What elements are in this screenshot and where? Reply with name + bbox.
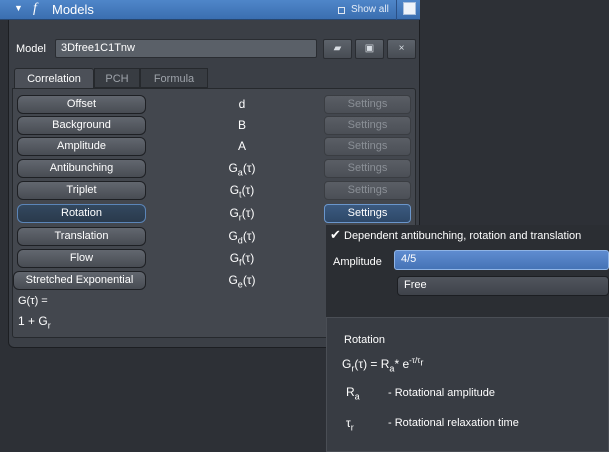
antibunching-symbol: Ga(τ) xyxy=(228,161,256,178)
formula-label: G(τ) = xyxy=(18,295,48,307)
amplitude-settings-button[interactable]: Settings xyxy=(324,137,411,156)
tab-pch[interactable]: PCH xyxy=(94,68,140,88)
flow-symbol: Gf(τ) xyxy=(229,251,255,268)
amplitude-symbol: A xyxy=(237,139,246,153)
antibunching-button[interactable]: Antibunching xyxy=(17,159,146,178)
offset-symbol: d xyxy=(238,97,246,111)
flow-button[interactable]: Flow xyxy=(17,249,146,268)
antibunching-settings-button[interactable]: Settings xyxy=(324,159,411,178)
amplitude-select[interactable]: 4/5 xyxy=(394,250,609,270)
close-icon[interactable]: × xyxy=(387,39,416,59)
panel-title: Models xyxy=(52,2,94,17)
info-tr-symbol: τr xyxy=(346,416,354,433)
collapse-arrow-icon[interactable]: ▼ xyxy=(14,3,23,13)
show-all-label[interactable]: Show all xyxy=(351,4,389,15)
background-symbol: B xyxy=(237,118,246,132)
info-tr-description: - Rotational relaxation time xyxy=(388,417,519,429)
triplet-symbol: Gt(τ) xyxy=(229,183,255,200)
model-name-input[interactable]: 3Dfree1C1Tnw xyxy=(55,39,317,58)
info-formula: Gr(τ) = Ra* e-τ/τr xyxy=(342,356,424,374)
free-button[interactable]: Free xyxy=(397,276,609,296)
stretched-exponential-button[interactable]: Stretched Exponential xyxy=(13,271,146,290)
model-label: Model xyxy=(16,43,46,55)
background-settings-button[interactable]: Settings xyxy=(324,116,411,135)
triplet-button[interactable]: Triplet xyxy=(17,181,146,200)
show-all-checkbox[interactable] xyxy=(338,7,345,14)
edit-icon[interactable] xyxy=(403,2,416,15)
rotation-symbol: Gr(τ) xyxy=(229,206,255,223)
amplitude-button[interactable]: Amplitude xyxy=(17,137,146,156)
offset-settings-button[interactable]: Settings xyxy=(324,95,411,114)
save-icon[interactable]: ▣ xyxy=(355,39,384,59)
titlebar-divider xyxy=(396,0,397,20)
panel-titlebar[interactable]: ▼ f Models Show all xyxy=(0,0,420,20)
background-button[interactable]: Background xyxy=(17,116,146,135)
translation-button[interactable]: Translation xyxy=(17,227,146,246)
translation-symbol: Gd(τ) xyxy=(228,229,256,246)
stretched-exponential-symbol: Ge(τ) xyxy=(228,273,256,290)
info-title: Rotation xyxy=(344,334,385,346)
function-icon: f xyxy=(33,1,37,16)
open-icon[interactable]: ▰ xyxy=(323,39,352,59)
triplet-settings-button[interactable]: Settings xyxy=(324,181,411,200)
formula-expression: 1 + Gr xyxy=(18,314,51,331)
info-ra-description: - Rotational amplitude xyxy=(388,387,496,399)
amplitude-label: Amplitude xyxy=(333,256,382,268)
tab-formula[interactable]: Formula xyxy=(140,68,208,88)
dependent-checkbox[interactable]: ✔ xyxy=(330,228,342,241)
offset-button[interactable]: Offset xyxy=(17,95,146,114)
info-ra-symbol: Ra xyxy=(346,385,360,402)
dependent-label[interactable]: Dependent antibunching, rotation and tra… xyxy=(344,230,581,242)
rotation-button[interactable]: Rotation xyxy=(17,204,146,223)
tab-correlation[interactable]: Correlation xyxy=(14,68,94,88)
rotation-settings-button[interactable]: Settings xyxy=(324,204,411,223)
